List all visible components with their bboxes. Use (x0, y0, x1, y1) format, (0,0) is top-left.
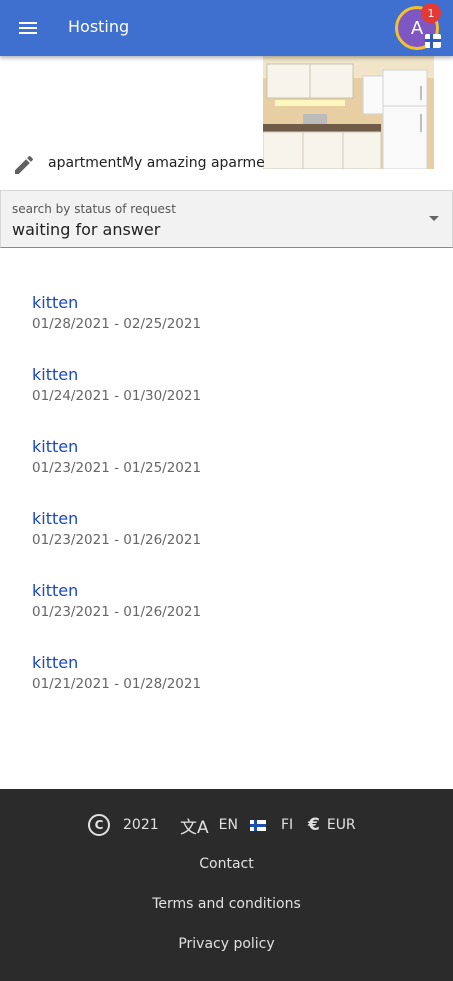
request-list: kitten 01/28/2021 - 02/25/2021 kitten 01… (0, 286, 453, 718)
status-filter-value: waiting for answer (12, 220, 161, 239)
property-photo[interactable] (263, 56, 434, 169)
privacy-link[interactable]: Privacy policy (0, 936, 453, 952)
page-title: Hosting (68, 17, 130, 36)
request-title[interactable]: kitten (32, 365, 78, 384)
property-name: apartmentMy amazing aparment (48, 155, 264, 171)
language-label: EN (218, 817, 238, 833)
menu-icon[interactable] (14, 16, 42, 40)
request-title[interactable]: kitten (32, 293, 78, 312)
list-item[interactable]: kitten 01/23/2021 - 01/26/2021 (0, 574, 453, 646)
request-dates: 01/23/2021 - 01/26/2021 (32, 532, 202, 548)
list-item[interactable]: kitten 01/28/2021 - 02/25/2021 (0, 286, 453, 358)
status-filter-label: search by status of request (12, 202, 176, 216)
avatar-letter: A (410, 17, 424, 39)
list-item[interactable]: kitten 01/21/2021 - 01/28/2021 (0, 646, 453, 718)
footer-settings-row: C 2021 文A EN FI € EUR (0, 813, 453, 838)
notification-badge: 1 (421, 3, 441, 23)
list-item[interactable]: kitten 01/23/2021 - 01/26/2021 (0, 502, 453, 574)
language-selector[interactable]: 文A EN (180, 813, 238, 838)
copyright: C 2021 (88, 813, 159, 837)
currency-selector[interactable]: € EUR (308, 813, 356, 837)
request-title[interactable]: kitten (32, 581, 78, 600)
app-bar: Hosting A 1 (0, 0, 453, 56)
euro-icon: € (308, 815, 320, 835)
list-item[interactable]: kitten 01/24/2021 - 01/30/2021 (0, 358, 453, 430)
pencil-icon[interactable] (12, 153, 36, 177)
list-item[interactable]: kitten 01/23/2021 - 01/25/2021 (0, 430, 453, 502)
country-label: FI (281, 817, 294, 833)
copyright-year: 2021 (123, 817, 159, 833)
request-dates: 01/23/2021 - 01/25/2021 (32, 460, 202, 476)
request-dates: 01/23/2021 - 01/26/2021 (32, 604, 202, 620)
request-title[interactable]: kitten (32, 437, 78, 456)
finland-flag-icon (425, 34, 441, 48)
request-dates: 01/21/2021 - 01/28/2021 (32, 676, 202, 692)
footer: C 2021 文A EN FI € EUR Contact Terms and … (0, 789, 453, 981)
dropdown-arrow-icon (429, 216, 439, 221)
translate-icon: 文A (180, 817, 209, 838)
terms-link[interactable]: Terms and conditions (0, 896, 453, 912)
finland-flag-icon (250, 819, 266, 831)
request-title[interactable]: kitten (32, 653, 78, 672)
currency-label: EUR (326, 817, 356, 833)
request-dates: 01/24/2021 - 01/30/2021 (32, 388, 202, 404)
country-selector[interactable]: FI (250, 813, 293, 837)
request-title[interactable]: kitten (32, 509, 78, 528)
status-filter-select[interactable]: search by status of request waiting for … (0, 190, 453, 248)
contact-link[interactable]: Contact (0, 856, 453, 872)
copyright-icon: C (88, 814, 110, 836)
request-dates: 01/28/2021 - 02/25/2021 (32, 316, 202, 332)
